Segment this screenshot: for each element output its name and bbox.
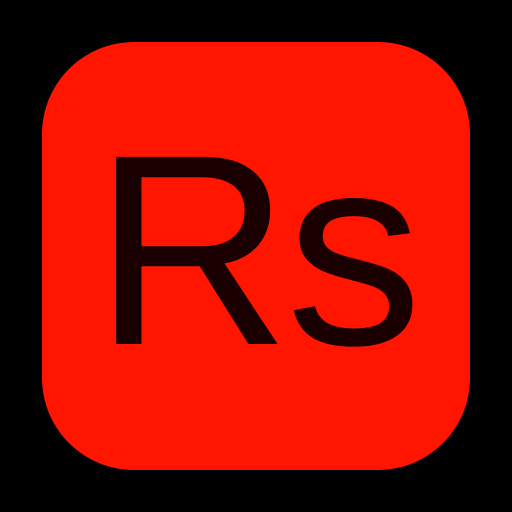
app-icon-label: Rs — [93, 98, 422, 402]
icon-canvas: Rs — [0, 0, 512, 512]
app-icon-tile[interactable]: Rs — [42, 42, 470, 470]
